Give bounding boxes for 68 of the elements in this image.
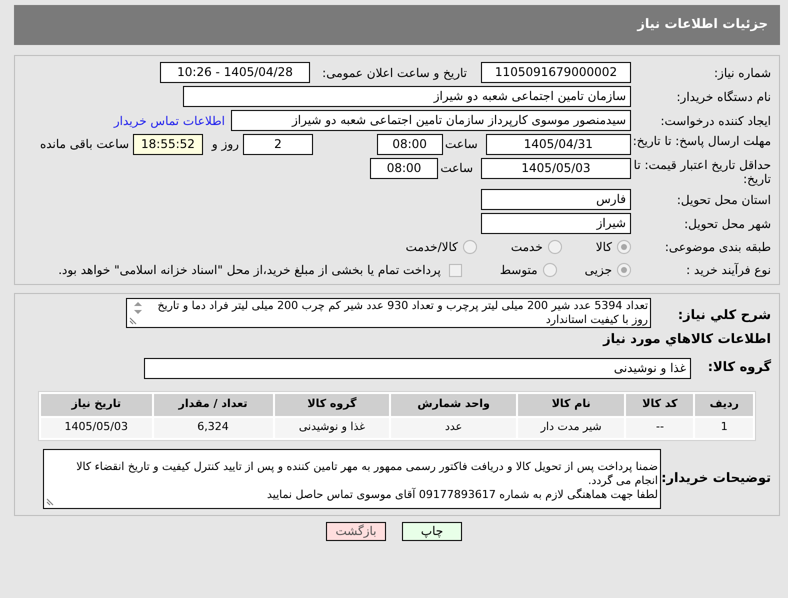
field-label: ساعت bbox=[444, 136, 479, 153]
back-button[interactable]: بازگشت bbox=[326, 522, 386, 540]
resize-grip-icon bbox=[46, 498, 54, 506]
field-label: گروه کالا: bbox=[706, 358, 771, 378]
input-field[interactable]: سیدمنصور موسوی کارپرداز سازمان تامین اجتماعی شعبه دو شیراز bbox=[231, 110, 631, 131]
column-header: تعداد / مقدار bbox=[154, 394, 273, 416]
field-label: توضیحات خریدار: bbox=[661, 470, 771, 488]
radio-button[interactable] bbox=[548, 240, 562, 254]
input-field[interactable]: 18:55:52 bbox=[133, 134, 203, 155]
radio-button[interactable] bbox=[617, 240, 631, 254]
field-label: طبقه بندی موضوعی: bbox=[664, 240, 771, 254]
contact-link[interactable]: اطلاعات تماس خریدار bbox=[114, 112, 231, 130]
option-label: جزیی bbox=[584, 262, 612, 279]
field-label: نوع فرآیند خرید : bbox=[685, 263, 771, 277]
section-title: اطلاعات کالاهاي مورد نیاز bbox=[602, 331, 771, 349]
page-title: جزئیات اطلاعات نیاز bbox=[637, 16, 768, 34]
notes-paragraph: ضمنا پرداخت پس از تحویل کالا و دریافت فاکتور رسمی ممهور به مهر تامین کننده و پس از تایید کنترل کیفیت و تاریخ انقضاء کالا انجام می گردد. bbox=[75, 460, 658, 487]
field-label: ساعت bbox=[439, 160, 474, 177]
column-header: تاریخ نیاز bbox=[41, 394, 152, 416]
scroll-arrows-icon bbox=[133, 301, 143, 315]
option-label: خدمت bbox=[510, 239, 543, 256]
input-field[interactable]: 08:00 bbox=[376, 134, 443, 155]
option-label: پرداخت تمام یا بخشی از مبلغ خرید،از محل "اسناد خزانه اسلامی" خواهد بود. bbox=[58, 262, 441, 279]
input-field[interactable]: 1405/05/03 bbox=[481, 158, 631, 179]
field-label: شهر محل تحویل: bbox=[683, 216, 771, 230]
field-label: روز و bbox=[210, 136, 240, 153]
field-label: نام دستگاه خریدار: bbox=[676, 90, 771, 104]
input-field[interactable]: 1405/04/31 bbox=[486, 134, 631, 155]
option-label: کالا/خدمت bbox=[406, 239, 458, 256]
input-field[interactable]: غذا و نوشیدنی bbox=[144, 358, 691, 378]
column-header: ردیف bbox=[695, 394, 753, 416]
table-cell: غذا و نوشیدنی bbox=[274, 418, 390, 438]
field-label: ایجاد کننده درخواست: bbox=[659, 114, 771, 128]
field-label: حداقل تاریخ اعتبار قیمت: تا تاریخ: bbox=[632, 158, 771, 186]
radio-button[interactable] bbox=[617, 263, 631, 277]
table-cell: 1405/05/03 bbox=[41, 418, 152, 438]
input-field[interactable]: 08:00 bbox=[370, 158, 438, 179]
table-cell: 6,324 bbox=[154, 418, 273, 438]
input-field[interactable]: شیراز bbox=[481, 213, 631, 234]
print-button[interactable]: چاپ bbox=[402, 522, 462, 540]
table-cell: 1 bbox=[695, 418, 753, 438]
column-header: کد کالا bbox=[626, 394, 694, 416]
input-field[interactable]: 1405/04/28 - 10:26 bbox=[160, 62, 310, 83]
description-box[interactable]: تعداد 5394 عدد شیر 200 میلی لیتر پرچرب و تعداد 930 عدد شیر کم چرب 200 میلی لیتر فراد دما و تاریخ روز با کیفیت استاندارد bbox=[126, 298, 651, 328]
input-field[interactable]: 2 bbox=[242, 134, 313, 155]
checkbox[interactable] bbox=[448, 264, 462, 276]
option-label: کالا bbox=[596, 239, 612, 256]
column-header: گروه کالا bbox=[274, 394, 390, 416]
column-header: واحد شمارش bbox=[391, 394, 516, 416]
resize-grip-icon bbox=[129, 317, 137, 325]
radio-button[interactable] bbox=[462, 240, 477, 254]
notes-paragraph: لطفا جهت هماهنگی لازم به شماره 09177893617 آقای موسوی تماس حاصل نمایید bbox=[266, 488, 658, 502]
table-cell: شیر مدت دار bbox=[518, 418, 624, 438]
field-label: تاریخ و ساعت اعلان عمومی: bbox=[321, 66, 468, 80]
input-field[interactable]: سازمان تامین اجتماعی شعبه دو شیراز bbox=[183, 86, 631, 107]
table-cell: عدد bbox=[391, 418, 516, 438]
field-label: استان محل تحویل: bbox=[676, 192, 771, 206]
input-field[interactable]: فارس bbox=[481, 189, 631, 210]
input-field[interactable]: 1105091679000002 bbox=[481, 62, 631, 83]
field-label: شماره نیاز: bbox=[713, 66, 771, 80]
column-header: نام کالا bbox=[518, 394, 624, 416]
option-label: متوسط bbox=[500, 262, 538, 279]
field-label: مهلت ارسال پاسخ: تا تاریخ: bbox=[632, 134, 771, 148]
field-label: ساعت باقی مانده bbox=[38, 136, 130, 153]
radio-button[interactable] bbox=[542, 263, 557, 277]
buyer-notes-box[interactable] bbox=[43, 448, 661, 508]
table-cell: -- bbox=[626, 418, 694, 438]
field-label: شرح کلي نیاز: bbox=[676, 307, 771, 325]
